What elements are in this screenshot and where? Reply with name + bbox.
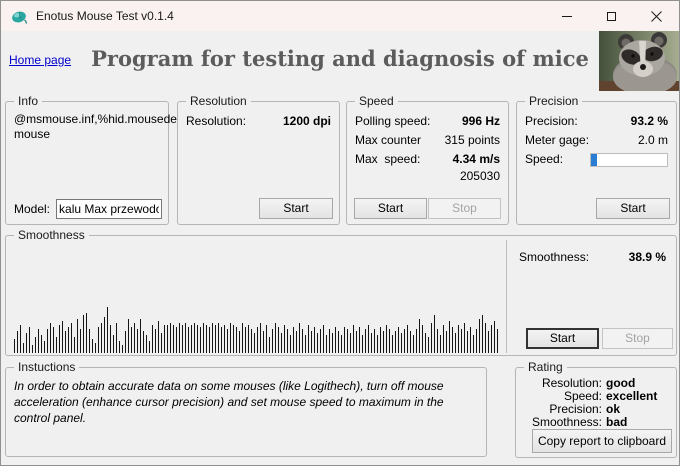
copy-report-button[interactable]: Copy report to clipboard [532, 429, 672, 453]
speed-start-button[interactable]: Start [354, 198, 427, 219]
smoothness-legend: Smoothness [14, 228, 89, 243]
app-window: Enotus Mouse Test v0.1.4 Home page Progr… [0, 0, 680, 466]
model-input[interactable] [56, 199, 163, 219]
resolution-group: Resolution Resolution: 1200 dpi Start [177, 94, 340, 225]
smoothness-start-button[interactable]: Start [526, 328, 599, 349]
close-button[interactable] [634, 1, 679, 31]
smoothness-label: Smoothness: [519, 250, 590, 264]
max-counter-value: 315 points [444, 133, 500, 147]
maximize-icon [607, 11, 616, 21]
resolution-legend: Resolution [186, 94, 251, 109]
model-label: Model: [14, 202, 51, 216]
meter-gage-label: Meter gage: [525, 133, 590, 147]
instructions-text: In order to obtain accurate data on some… [14, 379, 444, 425]
raccoon-image [599, 31, 679, 91]
precision-value: 93.2 % [630, 114, 668, 128]
speed-progress-bar [590, 152, 668, 167]
rating-row-smoothness: Smoothness: bad [531, 415, 628, 429]
precision-label: Precision: [525, 114, 578, 128]
polling-speed-label: Polling speed: [355, 114, 431, 128]
window-title: Enotus Mouse Test v0.1.4 [36, 9, 174, 23]
page-title: Program for testing and diagnosis of mic… [91, 46, 589, 71]
speed-progress-fill [591, 153, 598, 166]
max-speed-value: 4.34 m/s [452, 152, 500, 166]
instructions-group: Instuctions In order to obtain accurate … [5, 360, 487, 457]
smoothness-stop-button[interactable]: Stop [602, 328, 673, 349]
speed-legend: Speed [355, 94, 398, 109]
rating-legend: Rating [524, 360, 567, 375]
smoothness-histogram [14, 303, 504, 353]
title-bar: Enotus Mouse Test v0.1.4 [1, 1, 679, 31]
speed-group: Speed Polling speed: 996 Hz Max counter … [346, 94, 509, 225]
smoothness-panel: Smoothness: 38.9 % Start Stop [506, 240, 674, 353]
close-icon [651, 10, 662, 22]
meter-gage-value: 2.0 m [637, 133, 668, 147]
info-legend: Info [14, 94, 43, 109]
smoothness-value: 38.9 % [628, 250, 666, 264]
mouse-icon [12, 11, 27, 24]
max-counter-label: Max counter [355, 133, 422, 147]
resolution-value: 1200 dpi [282, 114, 331, 128]
maximize-button[interactable] [589, 1, 634, 31]
precision-speed-label: Speed: [525, 152, 564, 166]
minimize-button[interactable] [544, 1, 589, 31]
resolution-start-button[interactable]: Start [259, 198, 333, 219]
instructions-legend: Instuctions [14, 360, 80, 375]
max-speed-sub-value: 205030 [459, 169, 500, 183]
speed-stop-button[interactable]: Stop [428, 198, 501, 219]
polling-speed-value: 996 Hz [461, 114, 500, 128]
max-speed-label: Max speed: [355, 152, 421, 166]
precision-legend: Precision [525, 94, 583, 109]
resolution-label: Resolution: [186, 114, 247, 128]
rating-group: Rating Resolution: good Speed: excellent… [515, 360, 677, 458]
minimize-icon [561, 15, 572, 17]
smoothness-group: Smoothness Smoothness: 38.9 % Start Stop [5, 228, 677, 356]
info-group: Info @msmouse.inf,%hid.mousede mouse Mod… [5, 94, 177, 225]
precision-group: Precision Precision: 93.2 % Meter gage: … [516, 94, 677, 225]
precision-start-button[interactable]: Start [596, 198, 670, 219]
